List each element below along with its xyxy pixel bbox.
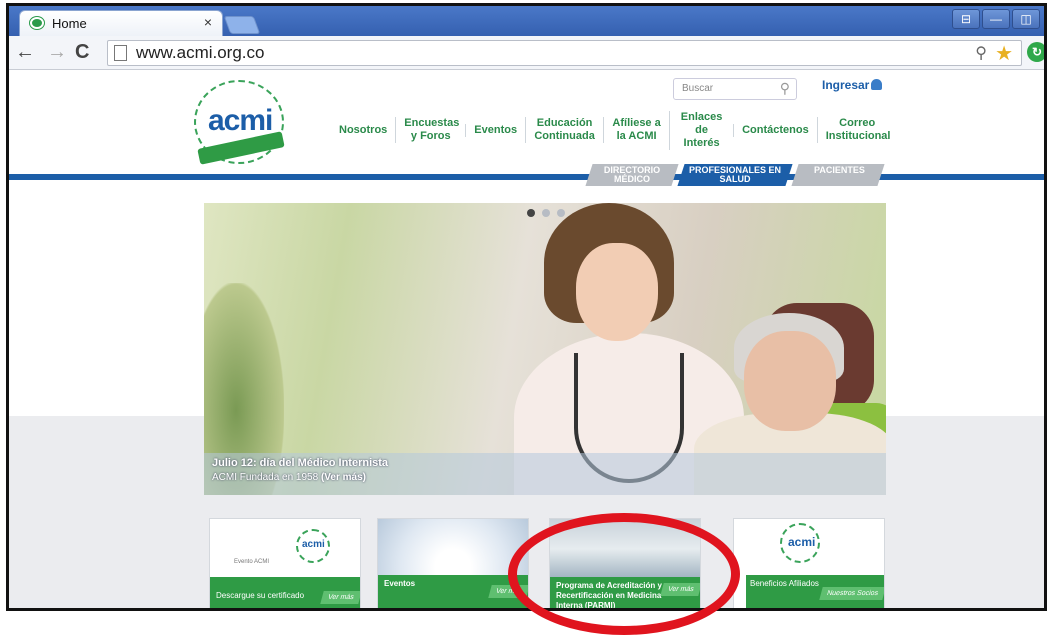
restore-button[interactable]: ◫ [1012, 9, 1040, 29]
forward-arrow-icon[interactable]: → [47, 41, 67, 64]
extension-icon[interactable]: ↻ [1027, 42, 1044, 62]
nav-item-encuestas[interactable]: Encuestas y Foros [395, 117, 465, 143]
minimize-button[interactable]: — [982, 9, 1010, 29]
nav-item-nosotros[interactable]: Nosotros [331, 124, 395, 137]
search-input[interactable]: Buscar [682, 83, 713, 94]
window-profile-button[interactable]: ⊟ [952, 9, 980, 29]
reload-icon[interactable]: C [75, 41, 89, 64]
tab-strip: Home × ⊟ — ◫ [9, 6, 1044, 36]
mini-logo-text: acmi [788, 535, 816, 549]
card-afiliados-image: acmi [734, 519, 884, 579]
tab-pacientes-label: PACIENTES [814, 165, 865, 175]
ver-mas-link[interactable]: (Ver más) [321, 472, 366, 483]
card-eventos-image [378, 519, 528, 579]
address-bar[interactable]: www.acmi.org.co ⚲ ★ [107, 40, 1022, 66]
hero-caption-sub: ACMI Fundada en 1958 (Ver más) [212, 472, 878, 483]
card-afiliados-button[interactable]: Nuestros Socios [819, 587, 884, 600]
nav-item-enlaces[interactable]: Enlaces de Interés [669, 110, 733, 150]
slider-dot-3[interactable] [557, 209, 565, 217]
acmi-logo[interactable]: acmi [194, 80, 285, 165]
card-certificado[interactable]: acmi Evento ACMI Descargue su certificad… [209, 518, 361, 608]
hero-caption-text: ACMI Fundada en 1958 [212, 472, 319, 483]
nav-item-afiliese[interactable]: Afíliese a la ACMI [603, 117, 669, 143]
login-link[interactable]: Ingresar [822, 78, 883, 92]
slider-dot-2[interactable] [542, 209, 550, 217]
sub-nav: DIRECTORIO MÉDICO PROFESIONALES EN SALUD… [585, 164, 885, 186]
nurse-face [576, 243, 658, 341]
card-certificado-image: acmi Evento ACMI [210, 519, 360, 579]
logo-text: acmi [208, 104, 273, 137]
main-nav: Nosotros Encuestas y Foros Eventos Educa… [331, 104, 897, 156]
tab-title: Home [52, 16, 87, 31]
slider-dots [527, 209, 565, 217]
card-eventos[interactable]: Eventos Ver más [377, 518, 529, 608]
close-tab-icon[interactable]: × [204, 14, 212, 30]
nav-item-contactenos[interactable]: Contáctenos [733, 123, 817, 137]
new-tab-button[interactable] [223, 16, 261, 34]
bookmark-star-icon[interactable]: ★ [995, 41, 1013, 66]
nav-item-eventos[interactable]: Eventos [465, 123, 525, 137]
mini-logo-text: acmi [302, 539, 325, 550]
user-icon [871, 79, 883, 90]
header-divider [9, 174, 1044, 180]
web-page: acmi Buscar ⚲ Ingresar Nosotros Encuesta… [9, 70, 1044, 608]
back-arrow-icon[interactable]: ← [15, 41, 35, 64]
slider-dot-1[interactable] [527, 209, 535, 217]
acmi-mini-logo: acmi [780, 523, 820, 563]
window-controls: ⊟ — ◫ [952, 9, 1040, 29]
browser-toolbar: ← → C www.acmi.org.co ⚲ ★ ↻ [9, 36, 1044, 70]
nav-item-correo[interactable]: Correo Institucional [816, 117, 897, 143]
search-icon[interactable]: ⚲ [780, 80, 790, 97]
hero-caption-title: Julio 12: día del Médico Internista [212, 457, 389, 469]
page-icon [114, 45, 127, 61]
search-icon[interactable]: ⚲ [975, 43, 987, 63]
card-afiliados-bar: Beneficios Afiliados Nuestros Socios [734, 575, 884, 608]
browser-window: Home × ⊟ — ◫ ← → C www.acmi.org.co ⚲ ★ ↻… [6, 3, 1047, 611]
site-search[interactable]: Buscar ⚲ [673, 78, 797, 100]
tab-profesionales-salud[interactable]: PROFESIONALES EN SALUD [677, 164, 793, 186]
card-certificado-caption: Evento ACMI [234, 559, 270, 565]
tab-home[interactable]: Home × [19, 10, 223, 36]
tab-pacientes[interactable]: PACIENTES [791, 164, 885, 186]
card-certificado-button[interactable]: Ver más [320, 591, 360, 604]
acmi-favicon-icon [30, 17, 44, 29]
hero-caption: Julio 12: día del Médico Internista ACMI… [204, 453, 886, 495]
acmi-mini-logo: acmi [296, 529, 330, 563]
card-afiliados[interactable]: acmi Beneficios Afiliados Nuestros Socio… [733, 518, 885, 608]
tab-directorio-medico[interactable]: DIRECTORIO MÉDICO [585, 164, 679, 186]
nav-item-educacion[interactable]: Educación Continuada [525, 117, 603, 143]
url-text[interactable]: www.acmi.org.co [136, 43, 264, 63]
highlight-circle [508, 513, 740, 635]
tab-directorio-label: DIRECTORIO MÉDICO [603, 165, 661, 184]
card-certificado-bar: Descargue su certificado Ver más [210, 577, 360, 608]
hero-slider[interactable]: Julio 12: día del Médico Internista ACMI… [204, 203, 886, 495]
patient-face [744, 331, 836, 431]
tab-profesionales-label: PROFESIONALES EN SALUD [688, 165, 781, 184]
login-label: Ingresar [822, 78, 870, 92]
card-eventos-bar: Eventos Ver más [378, 575, 528, 608]
